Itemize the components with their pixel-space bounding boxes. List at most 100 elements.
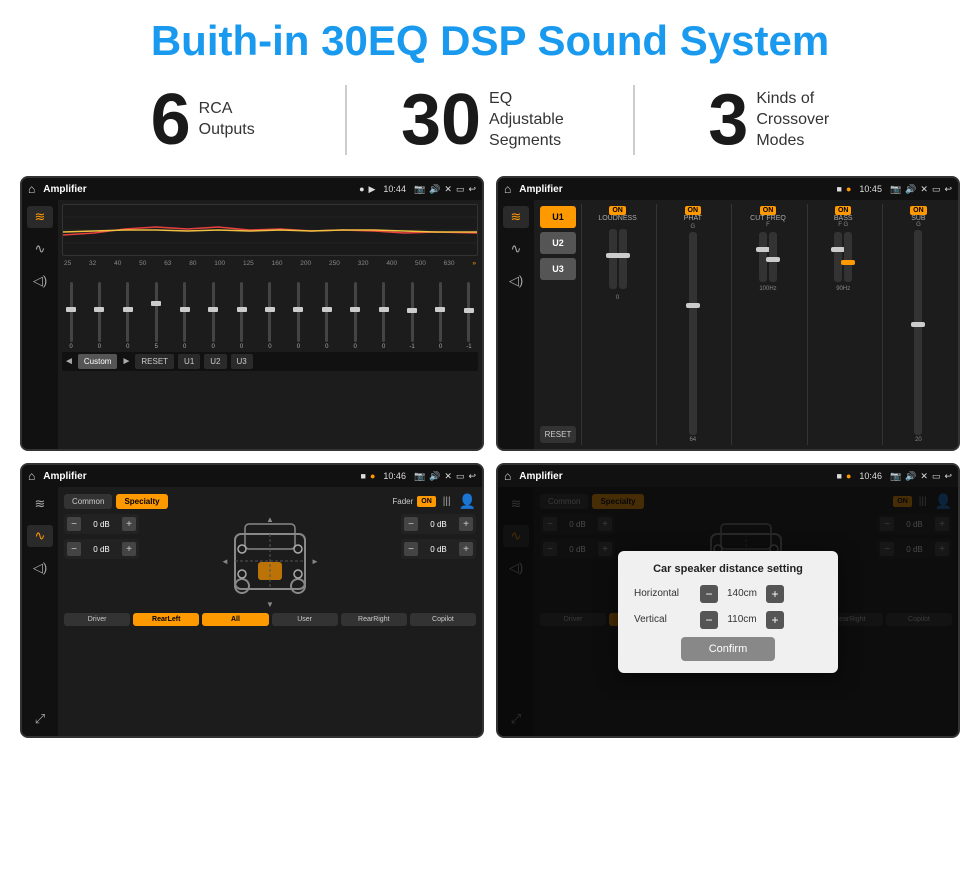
nav-wave-2[interactable]: ∿ bbox=[503, 238, 529, 260]
nav-eq-1[interactable]: ≋ bbox=[27, 206, 53, 228]
back-icon-3[interactable]: ↩ bbox=[468, 471, 476, 482]
rect-icon-1[interactable]: ▭ bbox=[456, 184, 465, 195]
nav-speaker-3[interactable]: ◁) bbox=[27, 557, 53, 579]
tab-specialty[interactable]: Specialty bbox=[116, 494, 167, 509]
cam-icon-2[interactable]: 📷 bbox=[890, 184, 901, 195]
close-icon-1[interactable]: ✕ bbox=[444, 184, 452, 195]
slider-loudness-l[interactable] bbox=[609, 229, 617, 289]
close-icon-4[interactable]: ✕ bbox=[920, 471, 928, 482]
slider-phat[interactable] bbox=[689, 232, 697, 435]
rect-icon-4[interactable]: ▭ bbox=[932, 471, 941, 482]
slider-9[interactable]: 0 bbox=[320, 282, 334, 350]
eq-u1[interactable]: U1 bbox=[178, 354, 200, 369]
side-nav-1: ≋ ∿ ◁) bbox=[22, 200, 58, 449]
nav-eq-2[interactable]: ≋ bbox=[503, 206, 529, 228]
horizontal-plus[interactable]: + bbox=[766, 585, 784, 603]
slider-bass-g[interactable] bbox=[844, 232, 852, 282]
on-badge-phat[interactable]: ON bbox=[685, 206, 702, 215]
home-icon-2[interactable]: ⌂ bbox=[504, 182, 511, 196]
u1-btn[interactable]: U1 bbox=[540, 206, 576, 228]
cam-icon-4[interactable]: 📷 bbox=[890, 471, 901, 482]
db-plus-4[interactable]: + bbox=[459, 542, 473, 556]
person-icon-3[interactable]: 👤 bbox=[459, 493, 476, 510]
eq-u2[interactable]: U2 bbox=[204, 354, 226, 369]
db-minus-3[interactable]: − bbox=[404, 517, 418, 531]
slider-3[interactable]: 5 bbox=[149, 282, 163, 350]
u2-btn[interactable]: U2 bbox=[540, 232, 576, 254]
slider-12[interactable]: -1 bbox=[405, 282, 419, 350]
nav-speaker-1[interactable]: ◁) bbox=[27, 270, 53, 292]
u3-btn[interactable]: U3 bbox=[540, 258, 576, 280]
db-minus-4[interactable]: − bbox=[404, 542, 418, 556]
vol-icon-3[interactable]: 🔊 bbox=[429, 471, 440, 482]
freq-50: 50 bbox=[139, 260, 146, 267]
db-minus-1[interactable]: − bbox=[67, 517, 81, 531]
slider-13[interactable]: 0 bbox=[433, 282, 447, 350]
nav-expand-3[interactable]: ⤢ bbox=[27, 708, 53, 730]
fader-on-toggle[interactable]: ON bbox=[417, 496, 436, 507]
reset-btn-amp[interactable]: RESET bbox=[540, 426, 576, 443]
amp-main: U1 U2 U3 RESET ON LOUDNESS 0 bbox=[534, 200, 958, 449]
cam-icon-1[interactable]: 📷 bbox=[414, 184, 425, 195]
nav-eq-3[interactable]: ≋ bbox=[27, 493, 53, 515]
back-icon-4[interactable]: ↩ bbox=[944, 471, 952, 482]
vol-icon-2[interactable]: 🔊 bbox=[905, 184, 916, 195]
eq-prev[interactable]: ◄ bbox=[64, 356, 74, 367]
rect-icon-3[interactable]: ▭ bbox=[456, 471, 465, 482]
cam-icon-3[interactable]: 📷 bbox=[414, 471, 425, 482]
btn-user[interactable]: User bbox=[272, 613, 338, 626]
vol-icon-1[interactable]: 🔊 bbox=[429, 184, 440, 195]
slider-sub[interactable] bbox=[914, 230, 922, 435]
eq-next[interactable]: ► bbox=[121, 356, 131, 367]
slider-5[interactable]: 0 bbox=[206, 282, 220, 350]
nav-wave-3[interactable]: ∿ bbox=[27, 525, 53, 547]
slider-10[interactable]: 0 bbox=[348, 282, 362, 350]
close-icon-2[interactable]: ✕ bbox=[920, 184, 928, 195]
db-minus-2[interactable]: − bbox=[67, 542, 81, 556]
slider-6[interactable]: 0 bbox=[235, 282, 249, 350]
vertical-minus[interactable]: − bbox=[700, 611, 718, 629]
freq-320: 320 bbox=[358, 260, 369, 267]
on-badge-loudness[interactable]: ON bbox=[609, 206, 626, 215]
db-plus-1[interactable]: + bbox=[122, 517, 136, 531]
home-icon-1[interactable]: ⌂ bbox=[28, 182, 35, 196]
home-icon-4[interactable]: ⌂ bbox=[504, 469, 511, 483]
btn-rearleft[interactable]: RearLeft bbox=[133, 613, 199, 626]
slider-14[interactable]: -1 bbox=[462, 282, 476, 350]
distance-dialog: Car speaker distance setting Horizontal … bbox=[618, 551, 838, 673]
home-icon-3[interactable]: ⌂ bbox=[28, 469, 35, 483]
eq-reset[interactable]: RESET bbox=[135, 354, 174, 369]
slider-0[interactable]: 0 bbox=[64, 282, 78, 350]
slider-loudness-r[interactable] bbox=[619, 229, 627, 289]
slider-11[interactable]: 0 bbox=[377, 282, 391, 350]
tab-common[interactable]: Common bbox=[64, 494, 112, 509]
back-icon-2[interactable]: ↩ bbox=[944, 184, 952, 195]
btn-rearright[interactable]: RearRight bbox=[341, 613, 407, 626]
on-badge-cutfreq[interactable]: ON bbox=[760, 206, 777, 215]
on-badge-bass[interactable]: ON bbox=[835, 206, 852, 215]
eq-custom[interactable]: Custom bbox=[78, 354, 118, 369]
confirm-button[interactable]: Confirm bbox=[681, 637, 776, 661]
back-icon-1[interactable]: ↩ bbox=[468, 184, 476, 195]
slider-1[interactable]: 0 bbox=[92, 282, 106, 350]
slider-4[interactable]: 0 bbox=[178, 282, 192, 350]
btn-driver[interactable]: Driver bbox=[64, 613, 130, 626]
slider-2[interactable]: 0 bbox=[121, 282, 135, 350]
db-plus-3[interactable]: + bbox=[459, 517, 473, 531]
eq-u3[interactable]: U3 bbox=[231, 354, 253, 369]
vol-icon-4[interactable]: 🔊 bbox=[905, 471, 916, 482]
horizontal-minus[interactable]: − bbox=[700, 585, 718, 603]
slider-bass-f[interactable] bbox=[834, 232, 842, 282]
slider-8[interactable]: 0 bbox=[291, 282, 305, 350]
nav-wave-1[interactable]: ∿ bbox=[27, 238, 53, 260]
rect-icon-2[interactable]: ▭ bbox=[932, 184, 941, 195]
btn-copilot[interactable]: Copilot bbox=[410, 613, 476, 626]
on-badge-sub[interactable]: ON bbox=[910, 206, 927, 215]
nav-speaker-2[interactable]: ◁) bbox=[503, 270, 529, 292]
db-plus-2[interactable]: + bbox=[122, 542, 136, 556]
btn-all[interactable]: All bbox=[202, 613, 268, 626]
close-icon-3[interactable]: ✕ bbox=[444, 471, 452, 482]
slider-cutfreq-g[interactable] bbox=[769, 232, 777, 282]
slider-7[interactable]: 0 bbox=[263, 282, 277, 350]
vertical-plus[interactable]: + bbox=[766, 611, 784, 629]
